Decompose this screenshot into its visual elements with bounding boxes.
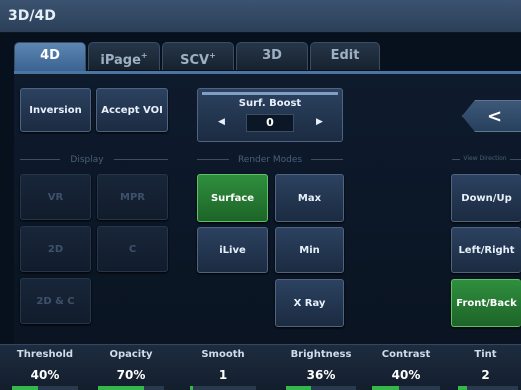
level-bar (190, 386, 256, 390)
parameter-bar: Threshold 40% Opacity 70% Smooth 1 Brigh… (0, 344, 521, 390)
level-bar (458, 386, 518, 390)
level-fill (190, 386, 194, 390)
surf-boost-value: 0 (246, 114, 294, 132)
param-tint[interactable]: Tint 2 (450, 345, 521, 390)
param-value: 2 (481, 368, 490, 382)
left-right-label: Left/Right (458, 244, 515, 256)
accept-voi-button[interactable]: Accept VOI (96, 88, 168, 132)
param-value: 40% (30, 368, 60, 382)
c-label: C (128, 243, 137, 255)
ilive-label: iLive (219, 244, 246, 256)
level-fill (98, 386, 145, 390)
tab-scv[interactable]: SCV+ (162, 42, 234, 70)
level-bar (12, 386, 78, 390)
left-right-button[interactable]: Left/Right (451, 227, 521, 273)
mpr-button[interactable]: MPR (97, 174, 168, 220)
tab-edit-label: Edit (330, 48, 360, 63)
param-brightness[interactable]: Brightness 36% (278, 345, 364, 390)
surf-boost-label: Surf. Boost (238, 98, 302, 109)
level-bar (98, 386, 164, 390)
render-modes-group-label: Render Modes (237, 155, 303, 165)
render-line-right (311, 159, 343, 160)
x-ray-button[interactable]: X Ray (275, 279, 344, 327)
param-contrast[interactable]: Contrast 40% (364, 345, 448, 390)
2d-and-c-label: 2D & C (36, 295, 75, 307)
surf-boost-control: Surf. Boost ◀ 0 ▶ (197, 88, 343, 142)
tab-ipage[interactable]: iPage+ (88, 42, 160, 70)
inversion-button[interactable]: Inversion (20, 88, 91, 132)
tab-ipage-label: iPage (100, 53, 141, 68)
param-name: Smooth (201, 349, 245, 360)
front-back-label: Front/Back (456, 297, 517, 309)
window-title: 3D/4D (8, 8, 56, 24)
tab-scv-sup: + (209, 51, 216, 60)
tab-scv-label: SCV (180, 53, 210, 68)
display-group-label: Display (70, 155, 104, 165)
down-up-button[interactable]: Down/Up (451, 174, 521, 222)
tab-edit[interactable]: Edit (310, 42, 380, 70)
surface-label: Surface (210, 192, 255, 204)
param-name: Tint (474, 349, 497, 360)
max-button[interactable]: Max (275, 174, 344, 222)
display-line-right (114, 159, 168, 160)
c-button[interactable]: C (97, 226, 168, 272)
param-value: 70% (116, 368, 146, 382)
param-name: Threshold (16, 349, 74, 360)
param-threshold[interactable]: Threshold 40% (4, 345, 86, 390)
view-direction-group-label: View Direction (463, 155, 507, 162)
param-value: 36% (306, 368, 336, 382)
param-value: 40% (391, 368, 421, 382)
min-label: Min (299, 244, 320, 256)
display-line-left (20, 159, 60, 160)
level-fill (458, 386, 467, 390)
param-smooth[interactable]: Smooth 1 (182, 345, 264, 390)
accept-voi-label: Accept VOI (101, 104, 163, 116)
ilive-button[interactable]: iLive (197, 227, 268, 273)
tab-ipage-sup: + (140, 51, 148, 60)
decrease-arrow-icon[interactable]: ◀ (218, 117, 225, 127)
increase-arrow-icon[interactable]: ▶ (316, 117, 323, 127)
front-back-button[interactable]: Front/Back (451, 279, 521, 327)
max-label: Max (297, 192, 322, 204)
vr-button[interactable]: VR (20, 174, 91, 220)
surface-button[interactable]: Surface (197, 174, 268, 222)
inversion-label: Inversion (29, 104, 82, 116)
view-line-left (452, 159, 460, 160)
tab-strip: 4D iPage+ SCV+ 3D Layout Edit (14, 42, 521, 89)
param-name: Brightness (290, 349, 352, 360)
surf-boost-top-bar (202, 92, 338, 95)
view-line-right (510, 159, 521, 160)
x-ray-label: X Ray (293, 297, 326, 309)
level-fill (12, 386, 39, 390)
down-up-label: Down/Up (461, 192, 512, 204)
tab-4d[interactable]: 4D (14, 42, 86, 72)
2d-button[interactable]: 2D (20, 226, 91, 272)
tab-4d-label: 4D (40, 48, 60, 63)
level-bar (286, 386, 356, 390)
level-fill (372, 386, 400, 390)
mpr-label: MPR (120, 191, 145, 203)
param-name: Contrast (381, 349, 431, 360)
param-name: Opacity (109, 349, 153, 360)
level-bar (372, 386, 440, 390)
title-bar: 3D/4D (0, 0, 521, 33)
vr-label: VR (47, 191, 64, 203)
chevron-left-icon: < (487, 106, 503, 127)
2d-label: 2D (47, 243, 64, 255)
2d-and-c-button[interactable]: 2D & C (20, 278, 91, 324)
param-opacity[interactable]: Opacity 70% (90, 345, 172, 390)
min-button[interactable]: Min (275, 227, 344, 273)
render-line-left (197, 159, 229, 160)
tab-3d-layout[interactable]: 3D Layout (236, 42, 308, 89)
level-fill (286, 386, 312, 390)
param-value: 1 (218, 368, 228, 382)
